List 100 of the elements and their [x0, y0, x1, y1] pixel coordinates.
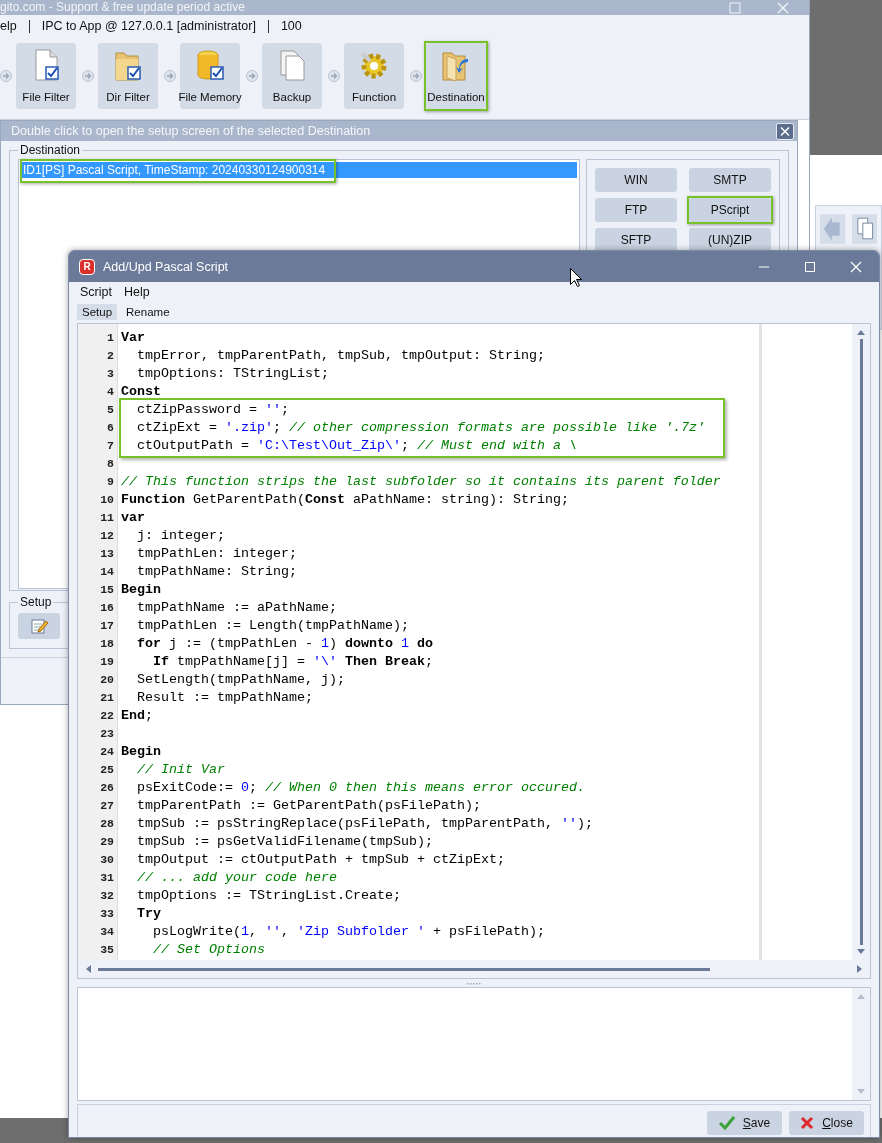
menu-item[interactable]: 100 [280, 19, 302, 33]
splitter-grip-icon[interactable] [467, 981, 481, 985]
vertical-scrollbar[interactable] [852, 324, 870, 960]
line-number: 21 [99, 690, 115, 706]
line-number: 5 [106, 402, 115, 418]
line-number: 8 [106, 456, 115, 472]
scroll-up-icon[interactable] [855, 992, 867, 1000]
code-line: Begin [121, 743, 162, 761]
line-number: 16 [99, 600, 115, 616]
code-line: If tmpPathName[j] = '\' Then Break; [152, 653, 434, 671]
line-number: 7 [106, 438, 115, 454]
close-button[interactable] [776, 122, 794, 140]
code-line: psExitCode:= 0; // When 0 then this means error occured. [136, 779, 586, 797]
line-number: 15 [99, 582, 115, 598]
destination-type-button[interactable]: SFTP [595, 228, 677, 252]
destination-type-button[interactable]: (UN)ZIP [689, 228, 771, 252]
code-line: for j := (tmpPathLen - 1) downto 1 do [136, 635, 434, 653]
line-number: 34 [99, 924, 115, 940]
line-number: 33 [99, 906, 115, 922]
menu-item[interactable]: Help [123, 285, 150, 299]
toolbar-button[interactable]: Dir Filter [98, 43, 158, 109]
code-line: tmpPathLen := Length(tmpPathName); [136, 617, 410, 635]
scroll-down-icon[interactable] [855, 1088, 867, 1096]
close-icon [800, 1116, 815, 1130]
code-line: ctOutputPath = 'C:\Test\Out_Zip\'; // Must end with a \ [136, 437, 578, 455]
toolbar-button[interactable]: Function [344, 43, 404, 109]
app-logo: R [79, 258, 95, 275]
line-number: 27 [99, 798, 115, 814]
code-line: tmpOptions := TStringList.Create; [136, 887, 402, 905]
line-number: 25 [99, 762, 115, 778]
code-line: // Set Options [152, 941, 266, 959]
line-number: 12 [99, 528, 115, 544]
code-line: Try [136, 905, 162, 923]
code-line: tmpSub := psStringReplace(psFilePath, tmpParentPath, ''); [136, 815, 594, 833]
close-button[interactable]: Close [789, 1111, 864, 1135]
destination-type-button[interactable]: FTP [595, 198, 677, 222]
code-line: ctZipExt = '.zip'; // other compression formats are possible like '.7z' [136, 419, 705, 437]
code-line: j: integer; [136, 527, 226, 545]
scroll-left-icon[interactable] [84, 963, 92, 975]
code-line: // This function strips the last subfolder so it contains its parent folder [121, 473, 722, 491]
toolbar-button[interactable]: Destination [426, 43, 486, 109]
scroll-up-icon[interactable] [855, 328, 867, 336]
scroll-down-icon[interactable] [855, 948, 867, 956]
group-label: Setup [19, 595, 53, 609]
arrow-icon [164, 70, 176, 82]
menu-item[interactable]: elp [0, 19, 17, 33]
vertical-scrollbar[interactable] [852, 988, 870, 1100]
line-number: 14 [99, 564, 115, 580]
line-number: 30 [99, 852, 115, 868]
code-line: tmpPathLen: integer; [136, 545, 298, 563]
line-number: 6 [106, 420, 115, 436]
tab[interactable]: Setup [77, 304, 118, 320]
line-number: 1 [106, 330, 115, 346]
code-line: tmpSub := psGetValidFilename(tmpSub); [136, 833, 434, 851]
arrow-icon [82, 70, 94, 82]
copy-icon[interactable] [851, 214, 877, 244]
line-number: 29 [99, 834, 115, 850]
code-line: // Init Var [136, 761, 226, 779]
code-line: tmpPathName := aPathName; [136, 599, 338, 617]
destination-type-button[interactable]: WIN [595, 168, 677, 192]
line-number: 35 [99, 942, 115, 958]
code-line: SetLength(tmpPathName, j); [136, 671, 346, 689]
line-number: 19 [99, 654, 115, 670]
toolbar-button[interactable]: Backup [262, 43, 322, 109]
tab[interactable]: Rename [121, 304, 175, 320]
save-button[interactable]: Save [707, 1111, 782, 1135]
line-number: 28 [99, 816, 115, 832]
line-number: 24 [99, 744, 115, 760]
menu-item[interactable]: Script [80, 285, 112, 299]
window-title: Add/Upd Pascal Script [103, 259, 230, 274]
group-label: Destination [19, 143, 82, 157]
code-line: tmpError, tmpParentPath, tmpSub, tmpOutput: String; [136, 347, 546, 365]
code-line: tmpOptions: TStringList; [136, 365, 330, 383]
toolbar-button[interactable]: File Memory [180, 43, 240, 109]
toolbar-button[interactable]: File Filter [16, 43, 76, 109]
line-number: 2 [106, 348, 115, 364]
arrow-icon [410, 70, 422, 82]
code-line: Result := tmpPathName; [136, 689, 314, 707]
mouse-pointer-icon [570, 268, 582, 287]
line-number: 17 [99, 618, 115, 634]
menu-item[interactable]: IPC to App @ 127.0.0.1 [administrator] [41, 19, 256, 33]
setup-button[interactable] [18, 613, 60, 639]
horizontal-scrollbar[interactable] [78, 960, 870, 978]
close-icon[interactable] [777, 1, 789, 14]
line-number: 4 [106, 384, 115, 400]
scroll-right-icon[interactable] [856, 963, 864, 975]
destination-type-button[interactable]: PScript [689, 198, 771, 222]
destination-type-button[interactable]: SMTP [689, 168, 771, 192]
line-number: 3 [106, 366, 115, 382]
line-number: 10 [99, 492, 115, 508]
line-number: 9 [106, 474, 115, 490]
code-line: Var [121, 329, 146, 347]
line-number: 20 [99, 672, 115, 688]
code-line: tmpParentPath := GetParentPath(psFilePath); [136, 797, 482, 815]
output-memo[interactable] [77, 987, 871, 1101]
window-title: gito.com - Support & free update period active [0, 0, 246, 15]
code-line: Const [121, 383, 162, 401]
code-line: // ... add your code here [136, 869, 338, 887]
arrow-icon [246, 70, 258, 82]
line-number: 22 [99, 708, 115, 724]
